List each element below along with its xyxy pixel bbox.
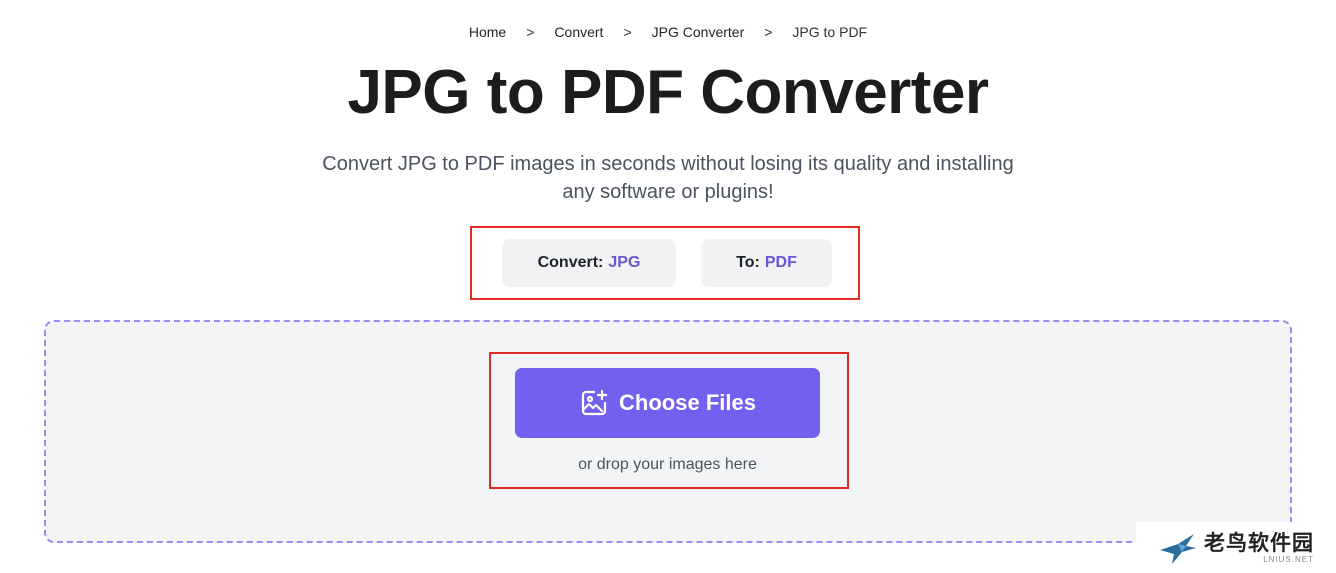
- breadcrumb-current: JPG to PDF: [792, 24, 868, 40]
- convert-from-value: JPG: [608, 254, 641, 271]
- choose-files-label: Choose Files: [619, 390, 756, 415]
- watermark-domain: LNIUS.NET: [1263, 554, 1314, 564]
- breadcrumb-jpg-converter[interactable]: JPG Converter: [652, 24, 745, 40]
- bird-logo-icon: [1160, 533, 1196, 564]
- breadcrumb-separator: >: [764, 24, 773, 40]
- breadcrumb: Home > Convert > JPG Converter > JPG to …: [0, 24, 1336, 40]
- breadcrumb-home[interactable]: Home: [469, 24, 506, 40]
- convert-from-label: Convert:: [537, 254, 604, 271]
- breadcrumb-convert[interactable]: Convert: [554, 24, 603, 40]
- convert-to-label: To:: [736, 254, 760, 271]
- drop-hint: or drop your images here: [578, 456, 757, 473]
- page-title: JPG to PDF Converter: [347, 58, 989, 127]
- convert-from-selector[interactable]: Convert: JPG: [502, 239, 676, 287]
- image-add-icon: [581, 389, 608, 416]
- breadcrumb-separator: >: [526, 24, 535, 40]
- breadcrumb-separator: >: [623, 24, 632, 40]
- page-subtitle: Convert JPG to PDF images in seconds wit…: [322, 153, 1014, 203]
- watermark: 老鸟软件园 LNIUS.NET: [1136, 522, 1336, 573]
- page: Home > Convert > JPG Converter > JPG to …: [0, 0, 1336, 573]
- convert-to-selector[interactable]: To: PDF: [701, 239, 832, 287]
- convert-to-value: PDF: [764, 254, 797, 271]
- watermark-text: 老鸟软件园: [1204, 530, 1314, 555]
- choose-files-button[interactable]: Choose Files: [515, 368, 820, 438]
